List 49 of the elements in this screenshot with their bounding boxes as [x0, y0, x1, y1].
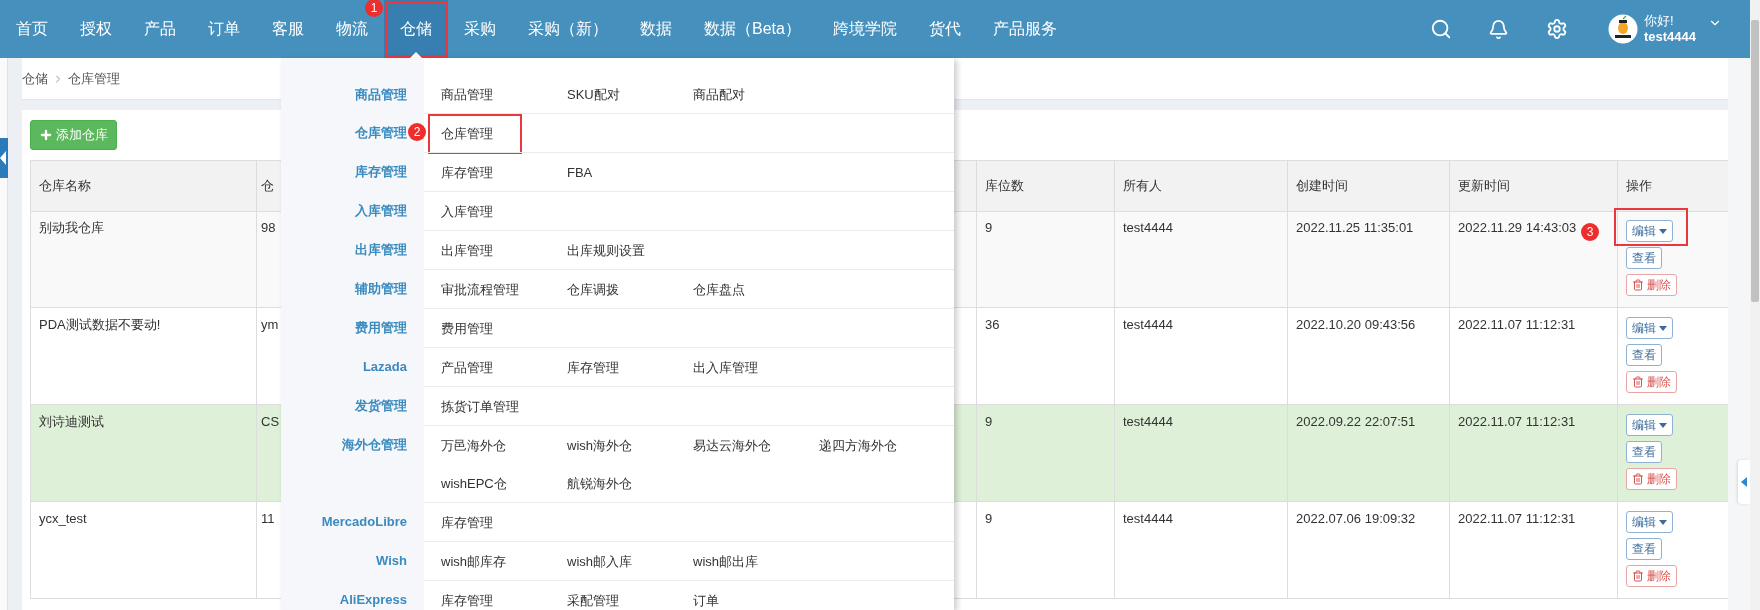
menu-group-label: AliExpress [339, 592, 407, 607]
column-header: 所有人 [1123, 178, 1162, 193]
menu-group-label: Wish [376, 553, 407, 568]
menu-group-label: MercadoLibre [321, 514, 407, 529]
menu-group-label: Lazada [362, 359, 407, 374]
annotation-number: 3 [1581, 223, 1599, 241]
breadcrumb-current: 仓库管理 [68, 69, 120, 88]
table-cell: ycx_test [39, 511, 87, 526]
table-cell: 2022.10.20 09:43:56 [1296, 317, 1416, 332]
table-cell: 9 [985, 220, 993, 235]
column-header: 创建时间 [1296, 178, 1348, 193]
table-cell: 2022.07.06 19:09:32 [1296, 511, 1416, 526]
column-header: 库位数 [985, 178, 1024, 193]
menu-group-label: 辅助管理 [355, 281, 407, 296]
annotation-number: 1 [365, 0, 383, 17]
table-cell: CS [261, 414, 280, 429]
table-cell: 9 [985, 511, 993, 526]
annotation-number: 2 [408, 123, 426, 141]
table-cell: 别动我仓库 [39, 220, 104, 235]
table-cell: 9 [985, 414, 993, 429]
menu-group-label: 出库管理 [355, 242, 407, 257]
table-cell: test4444 [1123, 317, 1173, 332]
table-cell: 98 [261, 220, 276, 235]
table-cell: 2022.11.07 11:12:31 [1458, 511, 1576, 526]
table-cell: 2022.11.29 14:43:03 [1458, 220, 1577, 235]
menu-group-label: 仓库管理 [355, 125, 407, 140]
menu-group-label: 发货管理 [355, 398, 407, 413]
menu-group-label: 海外仓管理 [342, 437, 407, 452]
table-cell: 11 [261, 511, 275, 526]
column-header: 仓 [261, 178, 274, 193]
table-cell: test4444 [1123, 414, 1173, 429]
menu-group-label: 商品管理 [355, 87, 407, 102]
column-header: 更新时间 [1458, 178, 1510, 193]
menu-group-label: 入库管理 [355, 203, 407, 218]
menu-group-label: 费用管理 [355, 320, 407, 335]
table-cell: 2022.09.22 22:07:51 [1296, 414, 1416, 429]
column-header: 仓库名称 [39, 178, 91, 193]
menu-group-label: 库存管理 [355, 164, 407, 179]
table-cell: 2022.11.07 11:12:31 [1458, 317, 1576, 332]
table-cell: PDA测试数据不要动! [39, 317, 161, 332]
user-greeting: 你好! [1643, 13, 1675, 29]
table-cell: test4444 [1123, 220, 1173, 235]
column-header: 操作 [1626, 178, 1652, 193]
table-cell: test4444 [1123, 511, 1173, 526]
table-cell: 2022.11.07 11:12:31 [1458, 414, 1576, 429]
table-cell: 刘诗迪测试 [39, 414, 104, 429]
table-cell: 2022.11.25 11:35:01 [1296, 220, 1414, 235]
table-cell: ym [261, 317, 279, 332]
table-cell: 36 [985, 317, 1000, 332]
